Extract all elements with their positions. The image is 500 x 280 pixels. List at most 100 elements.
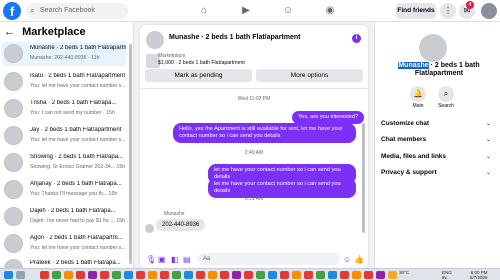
app-icon[interactable] bbox=[280, 271, 289, 279]
app-icon[interactable] bbox=[64, 271, 73, 279]
app-icon[interactable] bbox=[208, 271, 217, 279]
start-menu-icon[interactable] bbox=[4, 271, 13, 279]
conversation-item[interactable]: Isatu · 2 beds 1 bath Flat/apartment You… bbox=[2, 70, 126, 94]
sidebar-title: Marketplace bbox=[22, 26, 86, 38]
home-icon[interactable]: ⌂ bbox=[198, 5, 210, 17]
app-icon[interactable] bbox=[112, 271, 121, 279]
app-icon[interactable] bbox=[40, 271, 49, 279]
chevron-down-icon: ⌄ bbox=[485, 170, 491, 176]
conversation-preview: You: let me have your contact number s..… bbox=[30, 83, 126, 89]
app-icon[interactable] bbox=[196, 271, 205, 279]
sender-name: Munashe bbox=[164, 211, 185, 217]
mute-bell-icon[interactable]: 🔔 bbox=[410, 86, 426, 102]
received-message[interactable]: 202-440-8936 bbox=[156, 219, 206, 231]
customize-chat-row[interactable]: Customize chat ⌄ bbox=[381, 120, 495, 132]
composer-bar: 🎙 ▣ ◧ ▤ Aa ☺ 👍 bbox=[140, 250, 368, 268]
listing-thumbnail bbox=[4, 99, 23, 118]
conversation-title: Agon · 2 beds 1 bath Flat/apartm... bbox=[30, 235, 123, 241]
search-input[interactable]: ⌕ Search Facebook bbox=[26, 3, 128, 19]
conversation-item[interactable]: Snowing · 2 beds 1 bath Flat/apa... Snow… bbox=[2, 151, 126, 175]
find-friends-button[interactable]: Find friends bbox=[396, 3, 436, 19]
app-icon[interactable] bbox=[160, 271, 169, 279]
chat-members-row[interactable]: Chat members ⌄ bbox=[381, 136, 495, 148]
info-icon[interactable]: i bbox=[352, 34, 361, 43]
app-icon[interactable] bbox=[340, 271, 349, 279]
chat-scrollbar[interactable] bbox=[362, 123, 365, 233]
media-files-links-row[interactable]: Media, files and links ⌄ bbox=[381, 153, 495, 165]
like-icon[interactable]: 👍 bbox=[354, 255, 364, 264]
sender-avatar[interactable] bbox=[145, 224, 154, 233]
app-icon[interactable] bbox=[376, 271, 385, 279]
mark-as-pending-button[interactable]: Mark as pending bbox=[145, 69, 252, 82]
chat-avatar[interactable] bbox=[146, 31, 164, 49]
contact-avatar[interactable] bbox=[419, 34, 447, 62]
conversation-item[interactable]: Dajeh · 2 beds 1 bath Flat/apa... Dajeh:… bbox=[2, 205, 126, 229]
app-icon[interactable] bbox=[136, 271, 145, 279]
conversation-item[interactable]: Prateek · 2 beds 1 bath Flat/apa... bbox=[2, 257, 126, 268]
image-icon[interactable]: ▣ bbox=[158, 255, 166, 264]
app-icon[interactable] bbox=[328, 271, 337, 279]
conversation-item[interactable]: Ahjanay · 2 beds 1 bath Flat/apa... You:… bbox=[2, 178, 126, 202]
app-icon[interactable] bbox=[100, 271, 109, 279]
weather-icon[interactable] bbox=[388, 271, 397, 279]
gif-icon[interactable]: ▤ bbox=[183, 255, 191, 264]
app-icon[interactable] bbox=[184, 271, 193, 279]
app-icon[interactable] bbox=[364, 271, 373, 279]
privacy-support-row[interactable]: Privacy & support ⌄ bbox=[381, 169, 495, 181]
conversation-title: Munashe · 2 beds 1 bath Flat/apartment bbox=[30, 45, 126, 51]
timestamp: Wed 11:02 PM bbox=[237, 96, 271, 102]
task-view-icon[interactable] bbox=[16, 271, 25, 279]
app-icon[interactable] bbox=[172, 271, 181, 279]
clock[interactable]: 6:00 PM 8/7/2025 bbox=[470, 270, 488, 280]
sent-message[interactable]: Hello, yes the Apartment is still availa… bbox=[173, 123, 356, 143]
emoji-icon[interactable]: ☺ bbox=[343, 255, 351, 264]
app-icon[interactable] bbox=[148, 271, 157, 279]
app-icon[interactable] bbox=[316, 271, 325, 279]
app-icon[interactable] bbox=[352, 271, 361, 279]
chevron-down-icon: ⌄ bbox=[485, 137, 491, 143]
chevron-down-icon: ⌄ bbox=[485, 154, 491, 160]
app-icon[interactable] bbox=[268, 271, 277, 279]
menu-icon[interactable]: ⋮ bbox=[440, 3, 456, 19]
profile-avatar[interactable] bbox=[481, 3, 497, 19]
gaming-icon[interactable]: ◉ bbox=[324, 5, 336, 17]
sent-message[interactable]: let me have your contact number so i can… bbox=[208, 178, 356, 198]
clock-date: 8/7/2025 bbox=[470, 275, 488, 280]
microphone-icon[interactable]: 🎙 bbox=[146, 255, 156, 264]
listing-thumbnail bbox=[4, 44, 23, 63]
sidebar-scrollbar[interactable] bbox=[129, 44, 132, 264]
app-icon[interactable] bbox=[256, 271, 265, 279]
conversation-item[interactable]: Agon · 2 beds 1 bath Flat/apartm... You:… bbox=[2, 232, 126, 256]
temperature[interactable]: 36°C bbox=[399, 270, 409, 275]
conversation-item[interactable]: Munashe · 2 beds 1 bath Flat/apartment M… bbox=[2, 42, 126, 66]
app-icon[interactable] bbox=[124, 271, 133, 279]
video-icon[interactable]: ▶ bbox=[240, 5, 252, 17]
more-options-button[interactable]: More options bbox=[256, 69, 363, 82]
chat-header: Munashe · 2 beds 1 bath Flat/apartment i… bbox=[140, 25, 368, 89]
app-icon[interactable] bbox=[220, 271, 229, 279]
language-indicator[interactable]: ENG IN bbox=[442, 270, 452, 280]
listing-detail[interactable]: $1,000 · 2 beds 1 bath Flat/apartment bbox=[158, 60, 245, 66]
top-bar: f ⌕ Search Facebook ⌂ ▶ ☺ ◉ Find friends… bbox=[0, 0, 500, 22]
sticker-icon[interactable]: ◧ bbox=[171, 255, 179, 264]
app-icon[interactable] bbox=[304, 271, 313, 279]
search-icon: ⌕ bbox=[30, 6, 35, 15]
conversation-preview: You: let me have your contact number s..… bbox=[30, 137, 126, 143]
app-icon[interactable] bbox=[52, 271, 61, 279]
app-icon[interactable] bbox=[88, 271, 97, 279]
conversation-item[interactable]: Trisha · 2 beds 1 bath Flat/apa... You: … bbox=[2, 97, 126, 121]
back-arrow-icon[interactable]: ← bbox=[4, 26, 15, 38]
conversation-preview: Munashe: 202-440-8936 · 11h bbox=[30, 55, 100, 61]
message-input[interactable]: Aa bbox=[198, 253, 340, 265]
people-icon[interactable]: ☺ bbox=[282, 5, 294, 17]
search-icon[interactable]: ⌕ bbox=[438, 86, 454, 102]
app-icon[interactable] bbox=[76, 271, 85, 279]
app-icon[interactable] bbox=[292, 271, 301, 279]
conversation-title: Ahjanay · 2 beds 1 bath Flat/apa... bbox=[30, 181, 122, 187]
app-icon[interactable] bbox=[232, 271, 241, 279]
conversation-item[interactable]: Jay · 2 beds 1 bath Flat/apartment You: … bbox=[2, 124, 126, 148]
chat-title[interactable]: Munashe · 2 beds 1 bath Flat/apartment bbox=[169, 34, 300, 41]
app-icon[interactable] bbox=[244, 271, 253, 279]
conversation-details-panel: Munashe · 2 beds 1 bath Flat/apartment 🔔… bbox=[374, 22, 500, 268]
facebook-logo[interactable]: f bbox=[3, 2, 21, 20]
